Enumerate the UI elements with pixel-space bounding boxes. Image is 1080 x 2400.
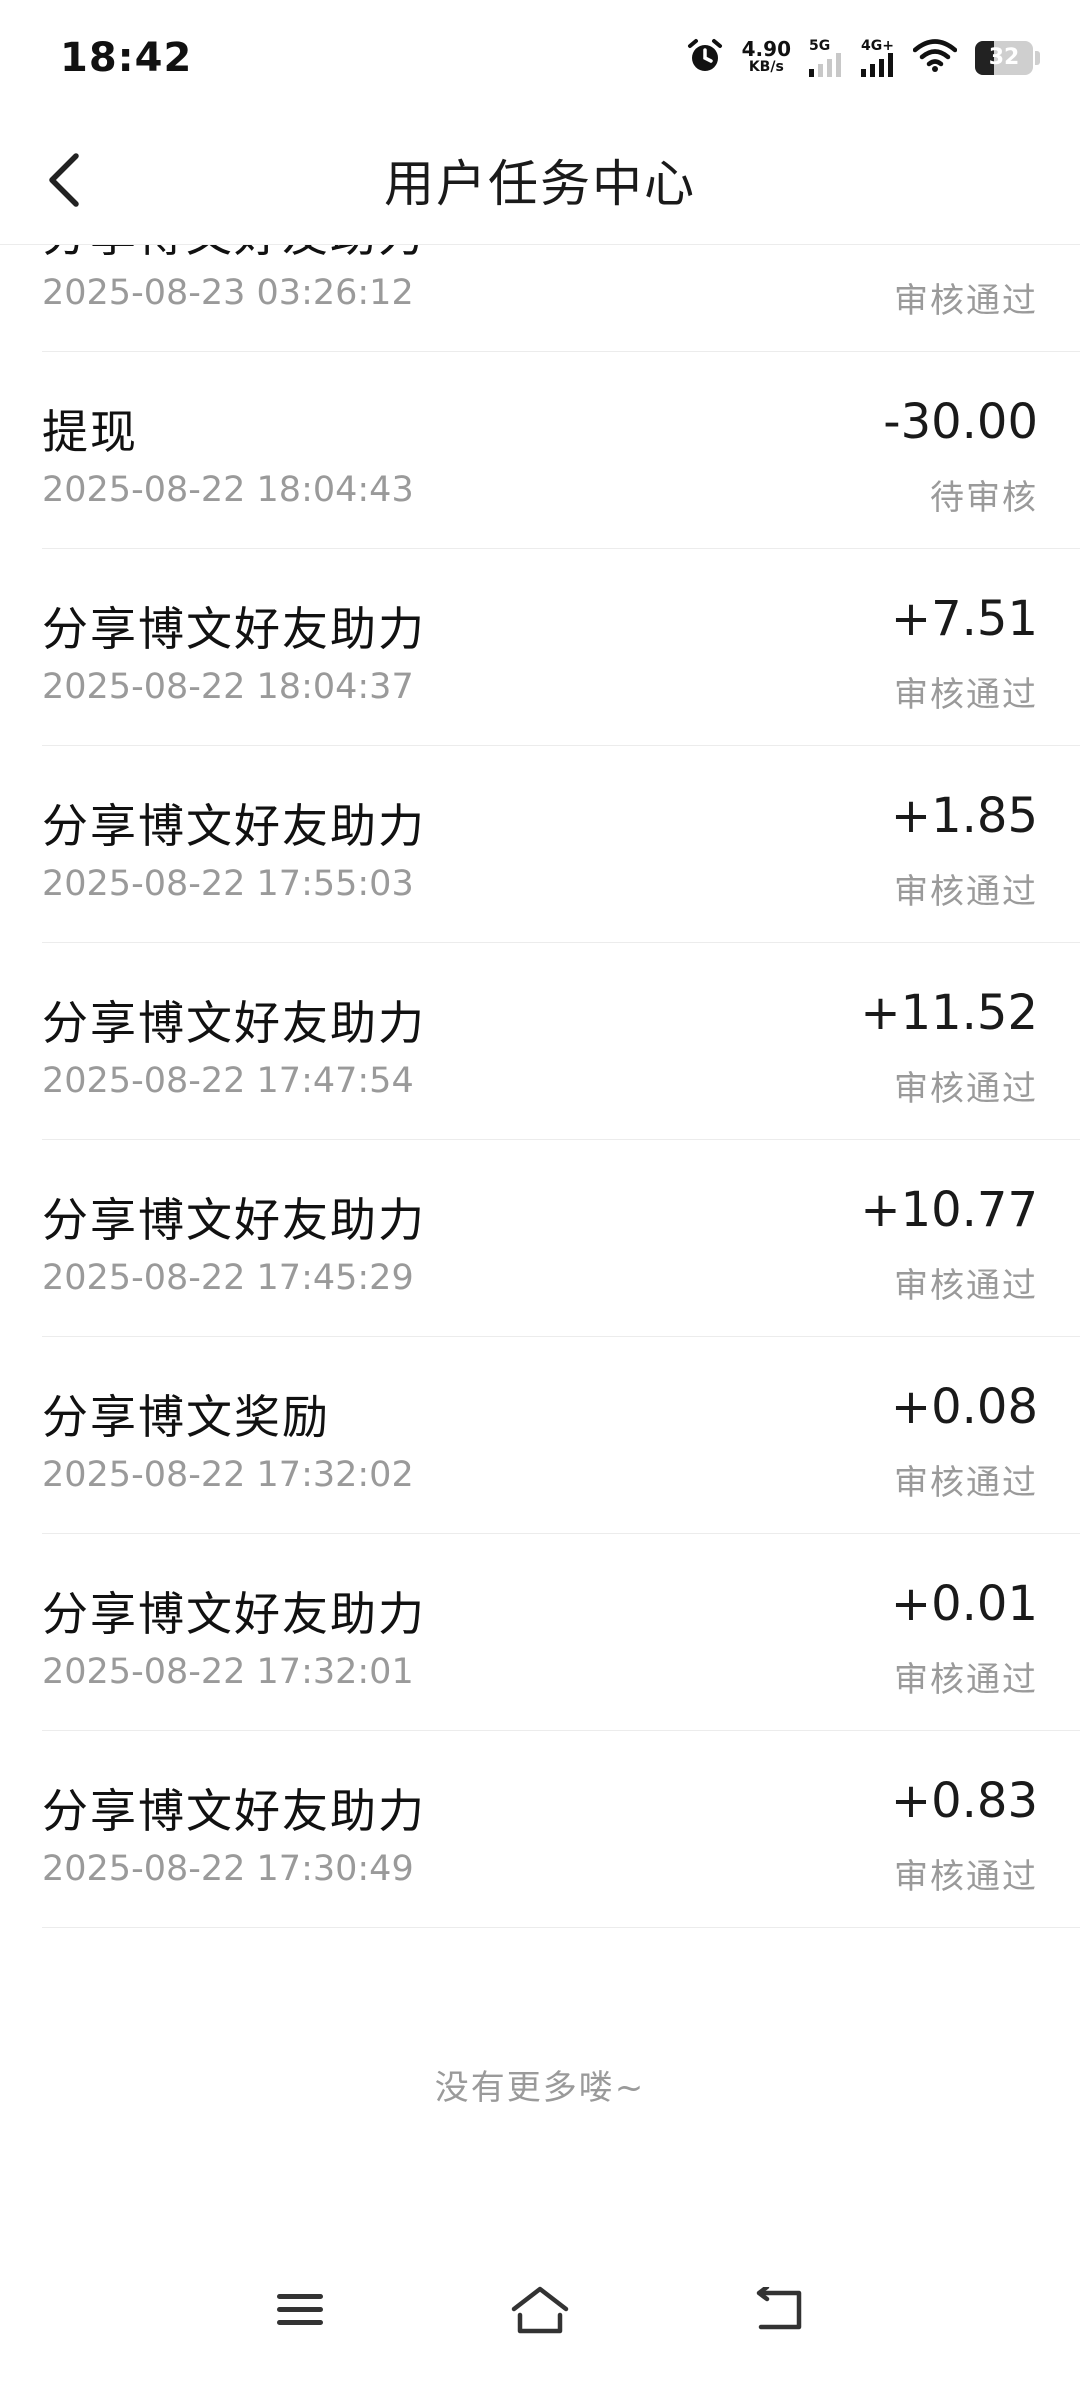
record-amount: +7.51 <box>890 591 1038 647</box>
screen: 18:42 4.90 KB/s 5G 4G+ 32 用户任务中心 2025-08… <box>0 0 1080 2400</box>
alarm-clock-icon <box>686 37 724 79</box>
record-time: 2025-08-22 18:04:43 <box>42 470 414 510</box>
records-list-viewport[interactable]: 分享博文好友助力2025-08-23 03:26:12+18.81审核通过提现2… <box>0 245 1080 2205</box>
record-title: 分享博文好友助力 <box>42 1784 426 1838</box>
record-title: 分享博文奖励 <box>42 1390 330 1444</box>
record-amount: +1.85 <box>890 788 1038 844</box>
home-icon <box>511 2286 569 2334</box>
record-title: 分享博文好友助力 <box>42 245 426 265</box>
record-row[interactable]: 分享博文好友助力 2025-08-22 17:55:03 +1.85 审核通过 <box>42 746 1080 943</box>
record-amount: +18.81 <box>860 245 1038 253</box>
record-title: 提现 <box>42 405 138 459</box>
record-title: 分享博文好友助力 <box>42 1587 426 1641</box>
record-amount: +11.52 <box>860 985 1038 1041</box>
status-icons: 4.90 KB/s 5G 4G+ 32 <box>686 37 1040 79</box>
record-title: 分享博文好友助力 <box>42 602 426 656</box>
signal-bars-icon <box>861 52 893 77</box>
page-title: 用户任务中心 <box>384 154 696 213</box>
chevron-left-icon <box>49 153 79 207</box>
record-row[interactable]: 分享博文奖励 2025-08-22 17:32:02 +0.08 审核通过 <box>42 1337 1080 1534</box>
battery-body: 32 <box>975 40 1033 75</box>
battery-cap <box>1035 50 1040 65</box>
record-amount: +10.77 <box>860 1182 1038 1238</box>
nav-back-button[interactable] <box>730 2265 830 2355</box>
record-status: 审核通过 <box>894 1857 1038 1897</box>
system-nav-bar <box>0 2230 1080 2400</box>
battery-indicator: 32 <box>975 40 1040 75</box>
nav-menu-button[interactable] <box>250 2265 350 2355</box>
record-time: 2025-08-22 17:32:02 <box>42 1455 414 1495</box>
record-status: 审核通过 <box>894 1266 1038 1306</box>
record-status: 审核通过 <box>894 1463 1038 1503</box>
return-icon <box>756 2287 802 2330</box>
status-time: 18:42 <box>60 34 193 81</box>
record-time: 2025-08-22 17:32:01 <box>42 1652 414 1692</box>
record-time: 2025-08-22 18:04:37 <box>42 667 414 707</box>
record-row[interactable]: 分享博文好友助力 2025-08-22 17:45:29 +10.77 审核通过 <box>42 1140 1080 1337</box>
record-time: 2025-08-22 17:55:03 <box>42 864 414 904</box>
status-bar: 18:42 4.90 KB/s 5G 4G+ 32 <box>0 0 1080 115</box>
net-speed-unit: KB/s <box>748 58 784 75</box>
record-row[interactable]: 分享博文好友助力 2025-08-23 03:26:12 +18.81 审核通过 <box>42 245 1080 352</box>
record-row[interactable]: 分享博文好友助力 2025-08-22 17:47:54 +11.52 审核通过 <box>42 943 1080 1140</box>
record-row[interactable]: 提现 2025-08-22 18:04:43 -30.00 待审核 <box>42 352 1080 549</box>
record-status: 审核通过 <box>894 1660 1038 1700</box>
record-amount: -30.00 <box>883 394 1038 450</box>
net-speed: 4.90 KB/s <box>741 36 791 76</box>
battery-level: 32 <box>988 45 1020 70</box>
sim1-label: 5G <box>809 37 831 54</box>
sim2-signal: 4G+ <box>861 39 895 77</box>
record-status: 审核通过 <box>894 872 1038 912</box>
record-title: 分享博文好友助力 <box>42 996 426 1050</box>
record-time: 2025-08-22 17:45:29 <box>42 1258 414 1298</box>
record-row[interactable]: 分享博文好友助力 2025-08-22 18:04:37 +7.51 审核通过 <box>42 549 1080 746</box>
record-time: 2025-08-23 03:26:12 <box>42 273 414 313</box>
signal-bars-icon <box>809 52 841 77</box>
record-time: 2025-08-22 17:30:49 <box>42 1849 414 1889</box>
back-button[interactable] <box>24 140 104 220</box>
record-row[interactable]: 分享博文好友助力 2025-08-22 17:30:49 +0.83 审核通过 <box>42 1731 1080 1928</box>
no-more-hint: 没有更多喽~ <box>434 2068 646 2108</box>
record-status: 审核通过 <box>894 675 1038 715</box>
record-title: 分享博文好友助力 <box>42 799 426 853</box>
net-speed-value: 4.90 <box>741 36 791 61</box>
sim2-label: 4G+ <box>861 37 894 54</box>
nav-home-button[interactable] <box>490 2265 590 2355</box>
app-header: 用户任务中心 <box>0 115 1080 245</box>
records-list: 分享博文好友助力2025-08-23 03:26:12+18.81审核通过提现2… <box>42 245 1080 1928</box>
record-amount: +0.83 <box>890 1773 1038 1829</box>
record-amount: +0.08 <box>890 1379 1038 1435</box>
record-amount: +0.01 <box>890 1576 1038 1632</box>
record-time: 2025-08-22 17:47:54 <box>42 1061 414 1101</box>
menu-icon <box>277 2294 323 2325</box>
wifi-icon <box>912 38 958 77</box>
record-status: 审核通过 <box>894 281 1038 321</box>
record-status: 待审核 <box>930 478 1038 518</box>
record-title: 分享博文好友助力 <box>42 1193 426 1247</box>
sim1-signal: 5G <box>809 39 843 77</box>
record-status: 审核通过 <box>894 1069 1038 1109</box>
record-row[interactable]: 分享博文好友助力 2025-08-22 17:32:01 +0.01 审核通过 <box>42 1534 1080 1731</box>
